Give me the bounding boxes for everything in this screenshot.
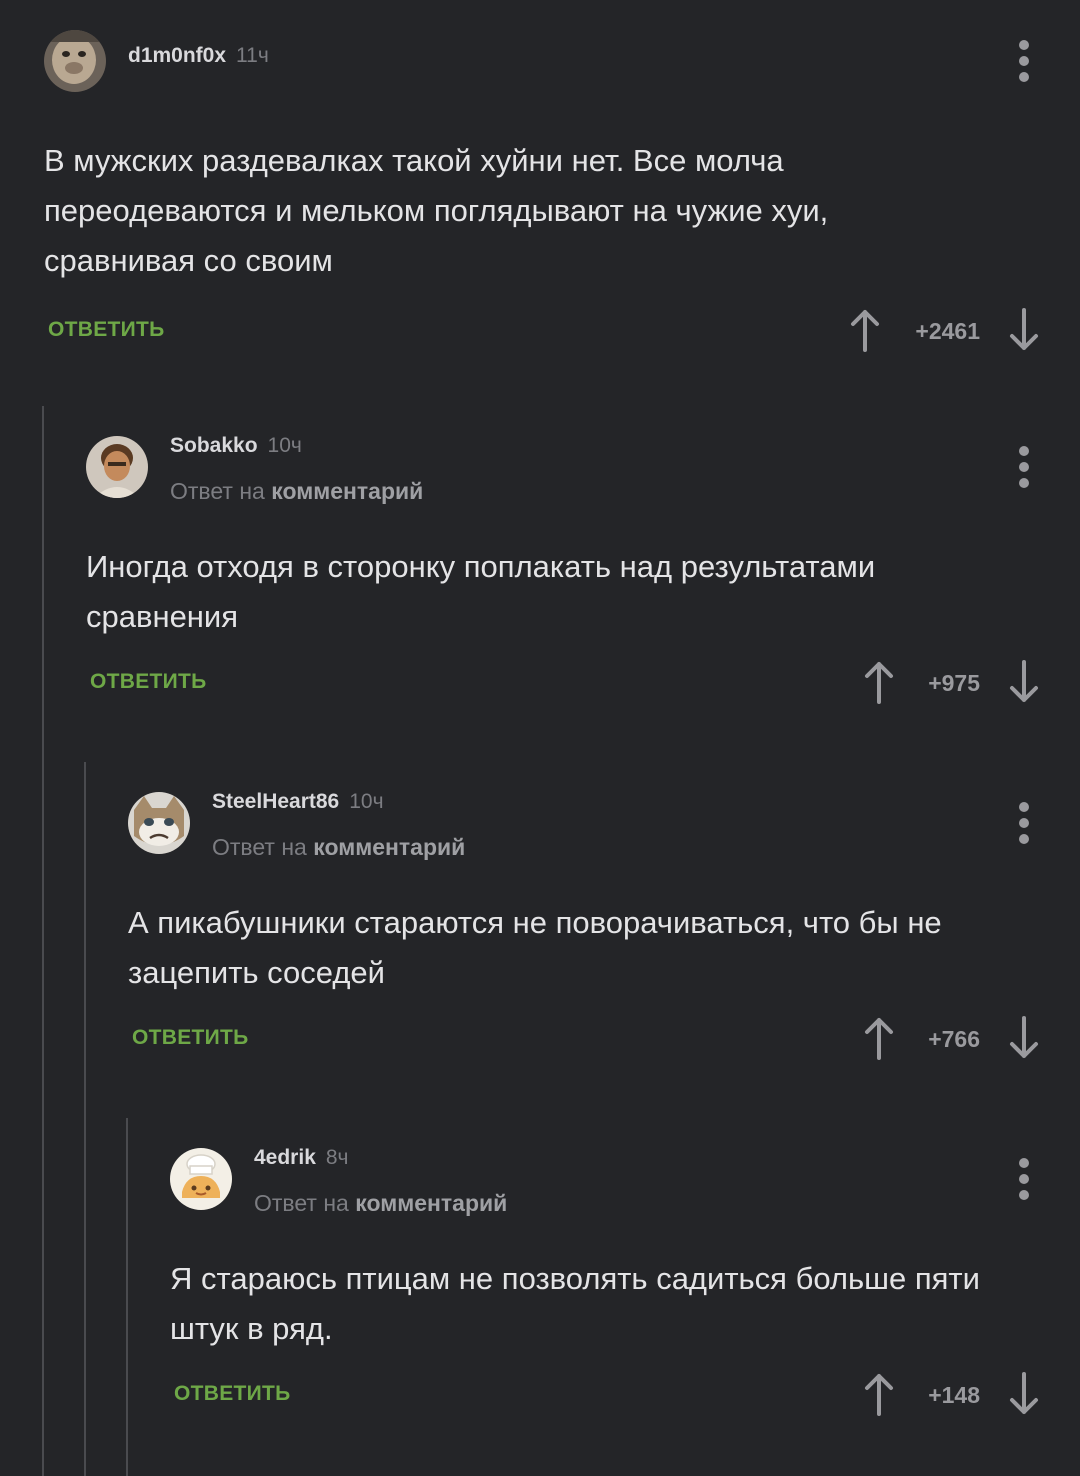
timestamp: 8ч [325, 1146, 349, 1169]
reply-button[interactable]: ОТВЕТИТЬ [174, 1382, 291, 1406]
comment-meta: Sobakko 10ч [170, 434, 302, 458]
reply-to-line: Ответ на комментарий [170, 478, 423, 505]
reply-button[interactable]: ОТВЕТИТЬ [48, 318, 165, 342]
thread-line-level-3 [126, 1118, 128, 1476]
arrow-up-icon[interactable] [848, 306, 882, 354]
comment-footer: ОТВЕТИТЬ +2461 [44, 306, 1044, 356]
comment-meta: d1m0nf0x 11ч [128, 44, 269, 68]
parent-comment-link[interactable]: комментарий [313, 834, 465, 860]
comment-text: В мужских раздевалках такой хуйни нет. В… [44, 143, 829, 278]
arrow-down-icon[interactable] [1007, 1370, 1041, 1418]
arrow-down-icon[interactable] [1007, 658, 1041, 706]
username[interactable]: SteelHeart86 [212, 790, 339, 813]
reply-to-line: Ответ на комментарий [254, 1190, 507, 1217]
arrow-down-icon[interactable] [1007, 1014, 1041, 1062]
vote-score: +2461 [915, 318, 980, 344]
avatar[interactable] [86, 436, 148, 498]
comment-header: SteelHeart86 10ч Ответ на комментарий [128, 790, 1080, 860]
comment-text: Иногда отходя в сторонку поплакать над р… [86, 549, 876, 634]
username[interactable]: Sobakko [170, 434, 258, 457]
parent-comment-link[interactable]: комментарий [355, 1190, 507, 1216]
comment-footer: ОТВЕТИТЬ +148 [170, 1370, 1044, 1420]
reply-to-line: Ответ на комментарий [212, 834, 465, 861]
comment-footer: ОТВЕТИТЬ +975 [86, 658, 1044, 708]
vote-score: +975 [928, 670, 980, 696]
thread-line-level-2 [84, 762, 86, 1476]
comment-header: 4edrik 8ч Ответ на комментарий [170, 1146, 1080, 1216]
username[interactable]: d1m0nf0x [128, 44, 226, 67]
comment: 4edrik 8ч Ответ на комментарий Я стараюсь… [170, 1146, 1080, 1448]
username[interactable]: 4edrik [254, 1146, 316, 1169]
comment-text: Я стараюсь птицам не позволять садиться … [170, 1261, 980, 1346]
more-vertical-icon[interactable] [1018, 1158, 1030, 1202]
comment: d1m0nf0x 11ч В мужских раздевалках такой … [44, 30, 1080, 360]
comment: SteelHeart86 10ч Ответ на комментарий А п… [128, 790, 1080, 1092]
vote-score: +766 [928, 1026, 980, 1052]
vote-score: +148 [928, 1382, 980, 1408]
more-vertical-icon[interactable] [1018, 802, 1030, 846]
avatar[interactable] [44, 30, 106, 92]
comment-text: А пикабушники стараются не поворачиватьс… [128, 905, 942, 990]
timestamp: 10ч [267, 434, 302, 457]
more-vertical-icon[interactable] [1018, 446, 1030, 490]
avatar[interactable] [128, 792, 190, 854]
reply-to-prefix: Ответ на [212, 834, 307, 860]
avatar[interactable] [170, 1148, 232, 1210]
reply-to-prefix: Ответ на [254, 1190, 349, 1216]
reply-to-prefix: Ответ на [170, 478, 265, 504]
comment-footer: ОТВЕТИТЬ +766 [128, 1014, 1044, 1064]
arrow-down-icon[interactable] [1007, 306, 1041, 354]
timestamp: 10ч [349, 790, 384, 813]
parent-comment-link[interactable]: комментарий [271, 478, 423, 504]
comment-meta: SteelHeart86 10ч [212, 790, 384, 814]
reply-button[interactable]: ОТВЕТИТЬ [90, 670, 207, 694]
thread-line-level-1 [42, 406, 44, 1476]
comment-meta: 4edrik 8ч [254, 1146, 349, 1170]
comment-header: d1m0nf0x 11ч [44, 30, 1080, 94]
timestamp: 11ч [236, 44, 269, 67]
reply-button[interactable]: ОТВЕТИТЬ [132, 1026, 249, 1050]
more-vertical-icon[interactable] [1018, 40, 1030, 84]
comment-header: Sobakko 10ч Ответ на комментарий [86, 434, 1080, 504]
comment: Sobakko 10ч Ответ на комментарий Иногда о… [86, 434, 1080, 736]
